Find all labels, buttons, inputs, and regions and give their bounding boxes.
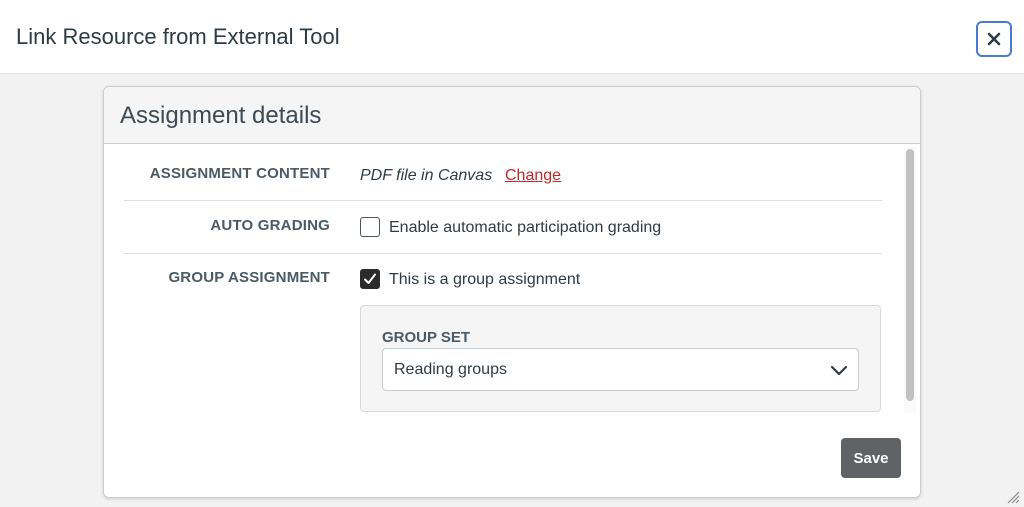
checkmark-icon [364,273,376,284]
row-divider [124,200,882,201]
resize-handle-icon[interactable] [1004,488,1020,504]
row-divider [124,253,882,254]
scrollbar-thumb[interactable] [906,149,914,401]
chevron-down-icon [830,365,848,376]
auto-grading-checkbox-label[interactable]: Enable automatic participation grading [389,219,661,237]
dialog-titlebar: Link Resource from External Tool [0,0,1024,74]
save-button[interactable]: Save [841,438,901,478]
dialog-title: Link Resource from External Tool [16,24,340,49]
auto-grading-label: AUTO GRADING [210,217,330,234]
card-header: Assignment details [104,87,920,144]
change-link[interactable]: Change [505,167,561,185]
close-button[interactable] [976,21,1012,57]
assignment-content-value: PDF file in Canvas [360,167,493,184]
group-set-panel: GROUP SET Reading groups [360,305,881,412]
group-assignment-checkbox-label[interactable]: This is a group assignment [389,271,580,289]
close-icon [987,32,1001,46]
scrollbar[interactable] [904,147,916,413]
group-set-select[interactable]: Reading groups [382,348,859,391]
card-body: ASSIGNMENT CONTENT PDF file in Canvas Ch… [104,145,920,415]
assignment-details-card: Assignment details ASSIGNMENT CONTENT PD… [103,86,921,498]
card-title: Assignment details [120,102,322,129]
group-set-selected-value: Reading groups [394,361,507,378]
group-assignment-label: GROUP ASSIGNMENT [168,269,330,286]
group-assignment-checkbox[interactable] [360,269,380,289]
group-set-label: GROUP SET [382,329,471,346]
assignment-content-label: ASSIGNMENT CONTENT [149,165,330,182]
auto-grading-checkbox[interactable] [360,217,380,237]
